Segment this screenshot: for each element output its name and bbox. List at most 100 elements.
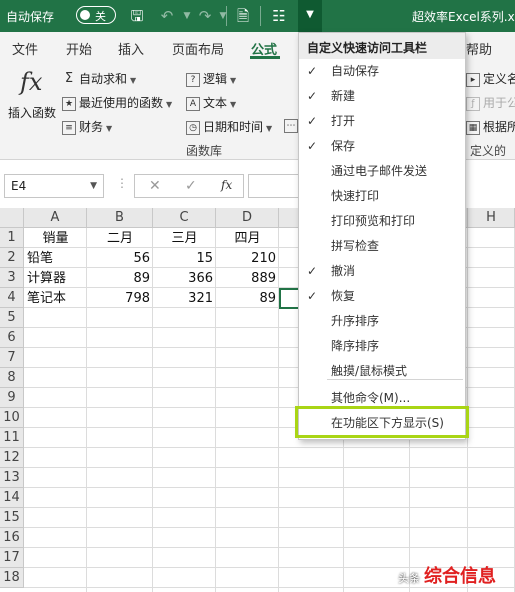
- menu-item-label: 拼写检查: [331, 239, 380, 253]
- org-chart-icon[interactable]: ☷: [268, 6, 290, 26]
- new-file-icon[interactable]: 🗎: [232, 6, 254, 26]
- row-header-8[interactable]: 8: [0, 368, 24, 388]
- insert-function-icon[interactable]: fx: [20, 68, 42, 96]
- redo-dropdown-icon[interactable]: ▼: [212, 6, 234, 26]
- cell-b1[interactable]: 二月: [87, 229, 153, 249]
- formula-icon: ƒ: [466, 96, 480, 111]
- menu-item[interactable]: 降序排序: [299, 334, 465, 359]
- selected-cell-e4[interactable]: [279, 288, 299, 309]
- row-header-4[interactable]: 4: [0, 288, 24, 308]
- cell-c4[interactable]: 321: [153, 289, 216, 309]
- autosave-toggle[interactable]: 关: [76, 6, 116, 24]
- menu-item[interactable]: 触摸/鼠标模式: [299, 359, 465, 384]
- cell-c1[interactable]: 三月: [153, 229, 216, 249]
- create-from-selection-button[interactable]: ▦ 根据所: [466, 118, 515, 135]
- fx-icon[interactable]: fx: [221, 178, 232, 192]
- cell-d3[interactable]: 889: [216, 269, 279, 289]
- cell-c3[interactable]: 366: [153, 269, 216, 289]
- cell-a3[interactable]: 计算器: [24, 269, 87, 289]
- finance-button[interactable]: ≡ 财务 ▼: [62, 118, 112, 135]
- row-header-14[interactable]: 14: [0, 488, 24, 508]
- chevron-down-icon: ▼: [106, 124, 113, 133]
- cancel-icon[interactable]: ✕: [149, 178, 161, 194]
- resize-handle-icon[interactable]: ⋮: [116, 176, 128, 190]
- use-in-formula-label: 用于公: [483, 96, 515, 110]
- chevron-down-icon[interactable]: ▼: [90, 181, 97, 191]
- cell-b3[interactable]: 89: [87, 269, 153, 289]
- column-header-d[interactable]: D: [216, 208, 279, 228]
- row-header-10[interactable]: 10: [0, 408, 24, 428]
- tab-home[interactable]: 开始: [66, 39, 92, 58]
- undo-icon[interactable]: ↶: [156, 6, 178, 26]
- cell-d4[interactable]: 89: [216, 289, 279, 309]
- menu-item[interactable]: ✓ 打开: [299, 109, 465, 134]
- use-in-formula-button[interactable]: ƒ 用于公: [466, 94, 515, 111]
- define-name-button[interactable]: ▸ 定义名: [466, 70, 515, 87]
- menu-item[interactable]: 打印预览和打印: [299, 209, 465, 234]
- menu-item[interactable]: 升序排序: [299, 309, 465, 334]
- column-header-h[interactable]: H: [468, 208, 515, 228]
- menu-item-label: 触摸/鼠标模式: [331, 364, 408, 378]
- datetime-button[interactable]: ◷ 日期和时间 ▼: [186, 118, 272, 135]
- row-header-7[interactable]: 7: [0, 348, 24, 368]
- cell-d1[interactable]: 四月: [216, 229, 279, 249]
- text-button[interactable]: A 文本 ▼: [186, 94, 236, 111]
- column-header-b[interactable]: B: [87, 208, 153, 228]
- select-all-corner[interactable]: [0, 208, 24, 228]
- insert-function-button[interactable]: 插入函数: [8, 104, 56, 121]
- cell-b2[interactable]: 56: [87, 249, 153, 269]
- menu-title: 自定义快速访问工具栏: [299, 33, 465, 59]
- menu-item[interactable]: ✓ 撤消: [299, 259, 465, 284]
- row-header-9[interactable]: 9: [0, 388, 24, 408]
- tab-page-layout[interactable]: 页面布局: [172, 39, 224, 58]
- row-header-11[interactable]: 11: [0, 428, 24, 448]
- recently-used-button[interactable]: ★ 最近使用的函数 ▼: [62, 94, 172, 111]
- row-header-2[interactable]: 2: [0, 248, 24, 268]
- menu-item[interactable]: 快速打印: [299, 184, 465, 209]
- menu-item[interactable]: 拼写检查: [299, 234, 465, 259]
- row-header-3[interactable]: 3: [0, 268, 24, 288]
- watermark-small: 头条: [398, 572, 420, 585]
- row-header-18[interactable]: 18: [0, 568, 24, 588]
- menu-item[interactable]: 通过电子邮件发送: [299, 159, 465, 184]
- name-box[interactable]: E4 ▼: [4, 174, 104, 198]
- menu-item[interactable]: ✓ 保存: [299, 134, 465, 159]
- cell-a1[interactable]: 销量: [24, 229, 87, 249]
- row-header-5[interactable]: 5: [0, 308, 24, 328]
- row-header-17[interactable]: 17: [0, 548, 24, 568]
- cell-d2[interactable]: 210: [216, 249, 279, 269]
- row-header-12[interactable]: 12: [0, 448, 24, 468]
- gridline-horizontal: [24, 487, 515, 488]
- save-icon[interactable]: 🖫: [126, 6, 148, 26]
- chevron-down-icon: ▼: [130, 76, 137, 85]
- checkmark-icon: ✓: [307, 114, 318, 128]
- menu-item-label: 新建: [331, 89, 356, 103]
- enter-icon[interactable]: ✓: [185, 178, 197, 194]
- watermark-big: 综合信息: [424, 566, 496, 587]
- row-header-15[interactable]: 15: [0, 508, 24, 528]
- tab-help[interactable]: 帮助: [466, 39, 492, 58]
- row-header-6[interactable]: 6: [0, 328, 24, 348]
- menu-item[interactable]: ✓ 恢复: [299, 284, 465, 309]
- menu-item[interactable]: ✓ 新建: [299, 84, 465, 109]
- tab-insert[interactable]: 插入: [118, 39, 144, 58]
- tab-file[interactable]: 文件: [12, 39, 38, 58]
- cell-a4[interactable]: 笔记本: [24, 289, 87, 309]
- row-header-13[interactable]: 13: [0, 468, 24, 488]
- row-header-16[interactable]: 16: [0, 528, 24, 548]
- cell-b4[interactable]: 798: [87, 289, 153, 309]
- cell-a2[interactable]: 铅笔: [24, 249, 87, 269]
- recently-used-label: 最近使用的函数: [79, 96, 164, 110]
- sigma-icon: Σ: [64, 70, 74, 86]
- column-header-a[interactable]: A: [24, 208, 87, 228]
- qat-customize-button[interactable]: ▼: [298, 0, 322, 32]
- column-header-c[interactable]: C: [153, 208, 216, 228]
- row-header-1[interactable]: 1: [0, 228, 24, 248]
- autosum-button[interactable]: Σ 自动求和 ▼: [62, 70, 136, 87]
- divider: [260, 6, 261, 26]
- menu-item[interactable]: ✓ 自动保存: [299, 59, 465, 84]
- cell-c2[interactable]: 15: [153, 249, 216, 269]
- datetime-label: 日期和时间: [203, 120, 264, 134]
- qat-customize-menu: 自定义快速访问工具栏 ✓ 自动保存 ✓ 新建 ✓ 打开 ✓ 保存 通过电子邮件发送 快速打印 打印预…: [298, 32, 466, 440]
- logical-button[interactable]: ? 逻辑 ▼: [186, 70, 236, 87]
